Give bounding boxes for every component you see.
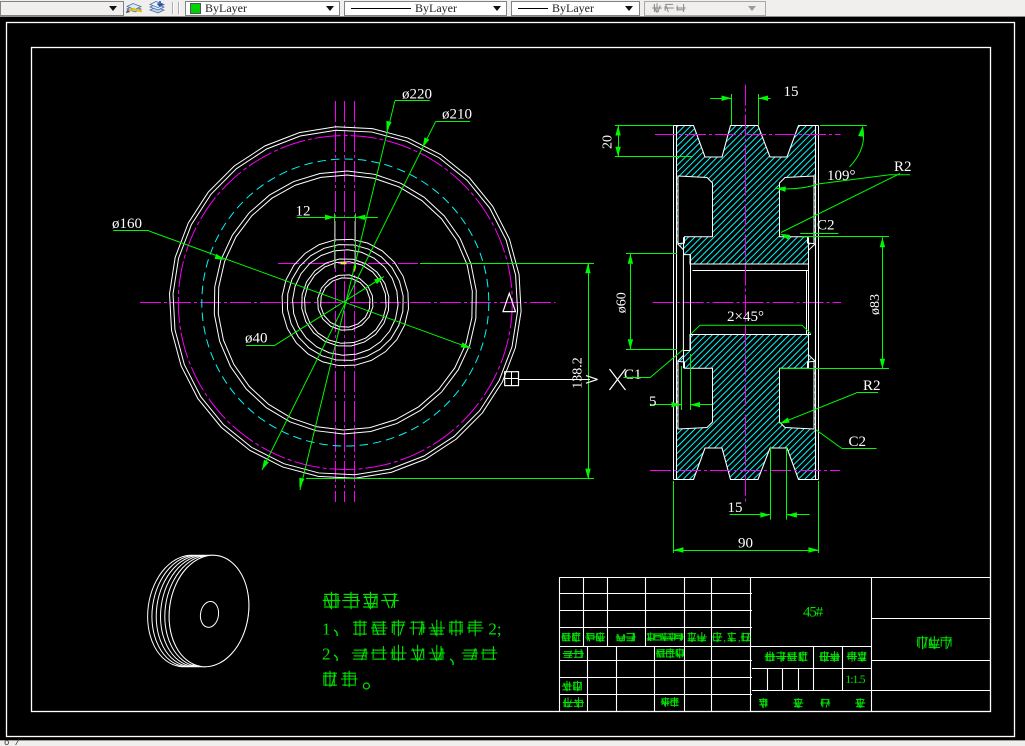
svg-text:ø210: ø210: [442, 107, 472, 123]
svg-text:45#: 45#: [803, 605, 824, 621]
svg-text:,: ,: [738, 633, 741, 644]
svg-text:2;: 2;: [488, 620, 501, 639]
svg-text:1:1.5: 1:1.5: [845, 674, 865, 686]
svg-text:R2: R2: [863, 378, 881, 394]
svg-text:2: 2: [322, 645, 331, 664]
svg-text:1: 1: [322, 620, 331, 639]
svg-text:ø60: ø60: [615, 292, 630, 313]
svg-text:ø40: ø40: [245, 331, 268, 347]
svg-text:12: 12: [296, 204, 311, 220]
svg-text:109°: 109°: [827, 168, 856, 184]
svg-text:ø83: ø83: [868, 294, 883, 315]
svg-text:C1: C1: [624, 367, 642, 383]
svg-text:138.2: 138.2: [571, 357, 586, 389]
svg-text:90: 90: [738, 536, 753, 552]
svg-text:20: 20: [601, 135, 616, 149]
svg-text:5: 5: [649, 394, 657, 410]
svg-text:2×45°: 2×45°: [727, 309, 764, 325]
svg-text:C2: C2: [817, 218, 835, 234]
svg-text:ø220: ø220: [402, 87, 432, 103]
svg-text:C2: C2: [849, 434, 867, 450]
svg-text:R2: R2: [894, 159, 912, 175]
svg-text:ø160: ø160: [112, 216, 142, 232]
svg-text:15: 15: [784, 84, 799, 100]
svg-text:,: ,: [724, 633, 727, 644]
svg-text:15: 15: [728, 500, 743, 516]
